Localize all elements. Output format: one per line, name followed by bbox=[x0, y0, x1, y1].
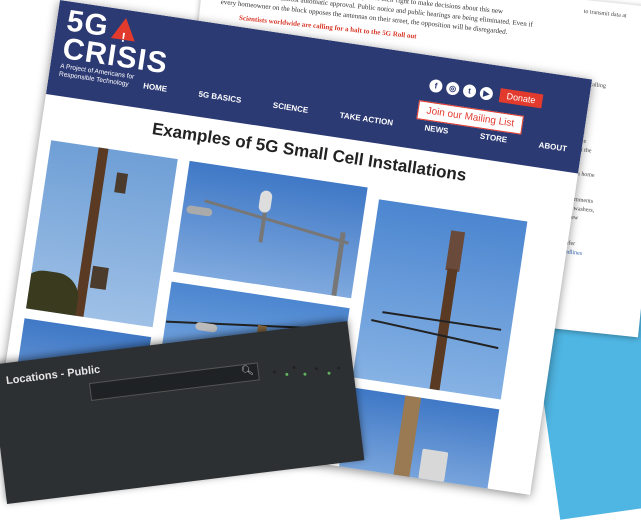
facebook-icon[interactable]: f bbox=[428, 78, 444, 93]
warning-triangle-icon: ! bbox=[110, 16, 138, 45]
nav-take-action[interactable]: TAKE ACTION bbox=[339, 111, 394, 128]
map-marker[interactable] bbox=[336, 366, 341, 370]
small-cell-photo-3 bbox=[352, 199, 528, 400]
map-search-input[interactable]: 🔍︎ bbox=[88, 362, 260, 401]
map-marker[interactable] bbox=[285, 372, 289, 377]
map-marker[interactable] bbox=[327, 371, 331, 375]
map-title: Locations - Public bbox=[5, 363, 101, 388]
site-logo[interactable]: 5G! CRISIS A Project of Americans for Re… bbox=[58, 4, 177, 94]
nav-about[interactable]: ABOUT bbox=[538, 140, 567, 153]
donate-button[interactable]: Donate bbox=[498, 88, 544, 109]
nav-news[interactable]: NEWS bbox=[424, 123, 449, 135]
map-marker[interactable] bbox=[314, 367, 319, 371]
nav-science[interactable]: SCIENCE bbox=[272, 101, 309, 115]
article-snippet: to transmit data at bbox=[583, 8, 627, 20]
small-cell-photo-1 bbox=[26, 140, 178, 328]
search-icon[interactable]: 🔍︎ bbox=[240, 365, 254, 377]
youtube-icon[interactable]: ▶ bbox=[479, 85, 494, 101]
map-marker[interactable] bbox=[303, 372, 307, 376]
nav-5g-basics[interactable]: 5G BASICS bbox=[198, 90, 242, 105]
map-marker[interactable] bbox=[272, 370, 277, 374]
nav-store[interactable]: STORE bbox=[479, 132, 507, 145]
twitter-icon[interactable]: t bbox=[462, 83, 478, 98]
map-marker[interactable] bbox=[292, 365, 296, 370]
small-cell-photo-2 bbox=[173, 160, 368, 299]
instagram-icon[interactable]: ◎ bbox=[445, 80, 461, 96]
